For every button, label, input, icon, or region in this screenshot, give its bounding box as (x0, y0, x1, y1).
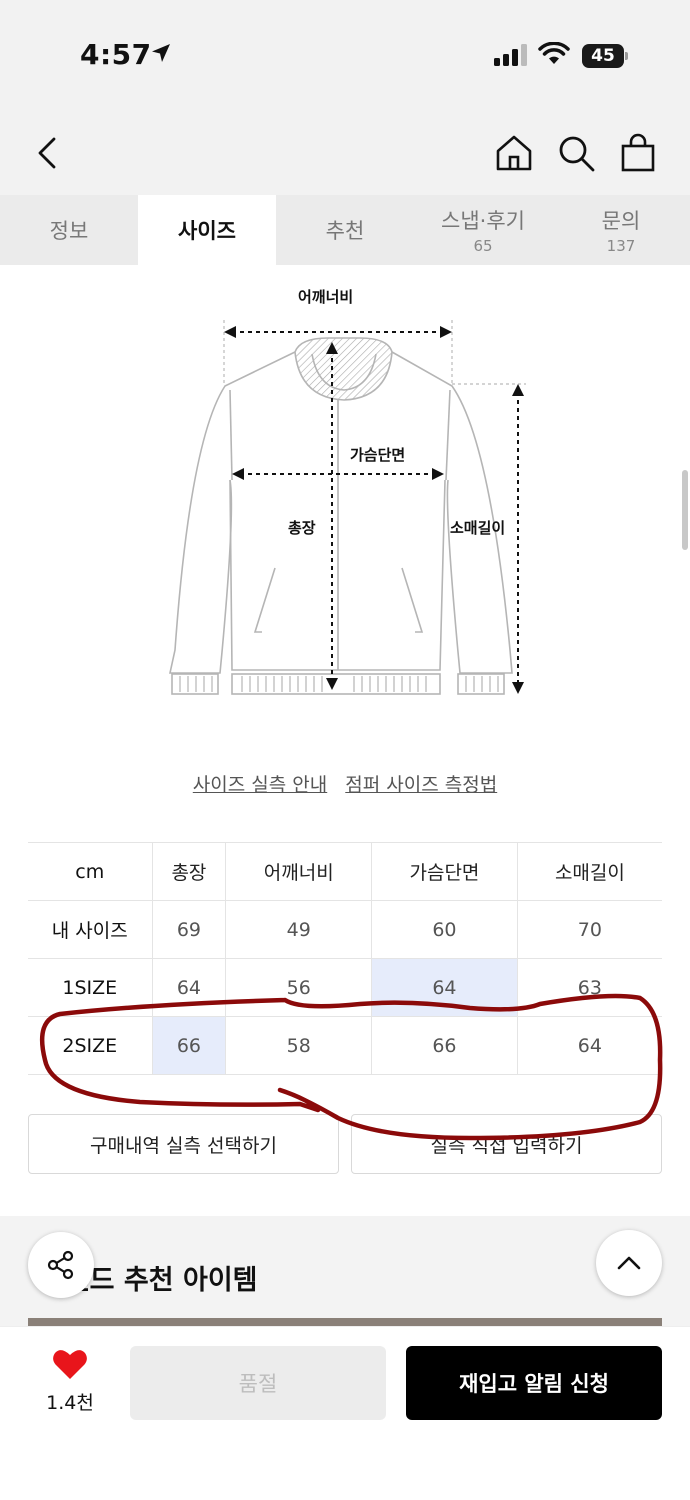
jumper-measure-link[interactable]: 점퍼 사이즈 측정법 (345, 774, 497, 796)
size-table: cm 총장 어깨너비 가슴단면 소매길이 내 사이즈 69 49 60 70 1… (28, 842, 662, 1075)
tab-size[interactable]: 사이즈 (138, 195, 276, 265)
table-header-row: cm 총장 어깨너비 가슴단면 소매길이 (28, 842, 662, 901)
direct-measure-input-button[interactable]: 실측 직접 입력하기 (351, 1114, 662, 1174)
select-purchase-measure-button[interactable]: 구매내역 실측 선택하기 (28, 1114, 339, 1174)
table-cell: 70 (516, 900, 662, 959)
wifi-icon (538, 42, 570, 64)
tab-info-label: 정보 (49, 219, 89, 243)
tab-inquiry[interactable]: 문의 137 (552, 195, 690, 265)
table-cell: 69 (151, 900, 226, 959)
jacket-size-diagram: 어깨너비 가슴단면 총장 소매길이 (160, 280, 540, 710)
chest-width-label: 가슴단면 (350, 446, 406, 464)
status-bar: 4:57 45 (0, 0, 690, 105)
like-count: 1.4천 (46, 1392, 94, 1414)
header-sleeve: 소매길이 (516, 842, 662, 901)
table-cell-highlighted: 64 (371, 958, 518, 1017)
table-cell: 60 (371, 900, 518, 959)
header-length: 총장 (151, 842, 226, 901)
cellular-signal-icon (494, 44, 527, 66)
chevron-up-icon (617, 1256, 641, 1270)
restock-alert-button[interactable]: 재입고 알림 신청 (406, 1346, 662, 1420)
tab-recommend[interactable]: 추천 (276, 195, 414, 265)
table-row-1size: 1SIZE 64 56 64 63 (28, 958, 662, 1017)
table-cell: 56 (225, 958, 372, 1017)
tab-inquiry-count: 137 (606, 237, 636, 255)
header-shoulder: 어깨너비 (225, 842, 372, 901)
total-length-label: 총장 (288, 519, 316, 537)
sleeve-length-label: 소매길이 (450, 519, 506, 537)
location-arrow-icon (152, 44, 170, 62)
table-cell: 49 (225, 900, 372, 959)
scroll-top-button[interactable] (596, 1230, 662, 1296)
jacket-outline-image (169, 320, 526, 695)
table-row-my-size[interactable]: 내 사이즈 69 49 60 70 (28, 900, 662, 959)
table-cell: 64 (151, 958, 226, 1017)
battery-level: 45 (582, 44, 624, 68)
row-label: 2SIZE (28, 1016, 152, 1075)
table-cell: 66 (371, 1016, 518, 1075)
tab-snap-review-label: 스냅·후기 (441, 209, 525, 233)
top-nav-bar (0, 105, 690, 195)
soldout-button[interactable]: 품절 (130, 1346, 386, 1420)
tab-snap-review-count: 65 (473, 237, 493, 255)
product-tabs: 정보 사이즈 추천 스냅·후기 65 문의 137 (0, 195, 690, 265)
tab-snap-review[interactable]: 스냅·후기 65 (414, 195, 552, 265)
back-chevron-icon[interactable] (28, 133, 68, 173)
status-time: 4:57 (80, 38, 152, 71)
row-label: 1SIZE (28, 958, 152, 1017)
table-row-2size: 2SIZE 66 58 66 64 (28, 1016, 662, 1075)
measure-buttons: 구매내역 실측 선택하기 실측 직접 입력하기 (28, 1114, 662, 1174)
tab-recommend-label: 추천 (325, 219, 365, 243)
shopping-bag-icon[interactable] (618, 133, 658, 173)
header-chest: 가슴단면 (371, 842, 518, 901)
home-icon[interactable] (494, 133, 534, 173)
table-cell: 58 (225, 1016, 372, 1075)
like-button[interactable]: 1.4천 (40, 1348, 100, 1415)
tab-info[interactable]: 정보 (0, 195, 138, 265)
table-cell: 64 (516, 1016, 662, 1075)
header-unit: cm (28, 842, 152, 901)
tab-size-label: 사이즈 (178, 219, 236, 243)
shoulder-width-label: 어깨너비 (298, 288, 354, 306)
share-icon (47, 1250, 74, 1280)
actual-size-guide-link[interactable]: 사이즈 실측 안내 (193, 774, 327, 796)
row-label: 내 사이즈 (28, 900, 152, 959)
heart-icon (53, 1350, 87, 1379)
battery-icon: 45 (582, 44, 628, 68)
share-button[interactable] (28, 1232, 94, 1298)
table-cell-highlighted: 66 (151, 1016, 226, 1075)
search-icon[interactable] (556, 133, 596, 173)
table-cell: 63 (516, 958, 662, 1017)
tab-inquiry-label: 문의 (601, 209, 641, 233)
scrollbar[interactable] (682, 470, 688, 550)
size-guide-links: 사이즈 실측 안내 점퍼 사이즈 측정법 (0, 770, 690, 797)
